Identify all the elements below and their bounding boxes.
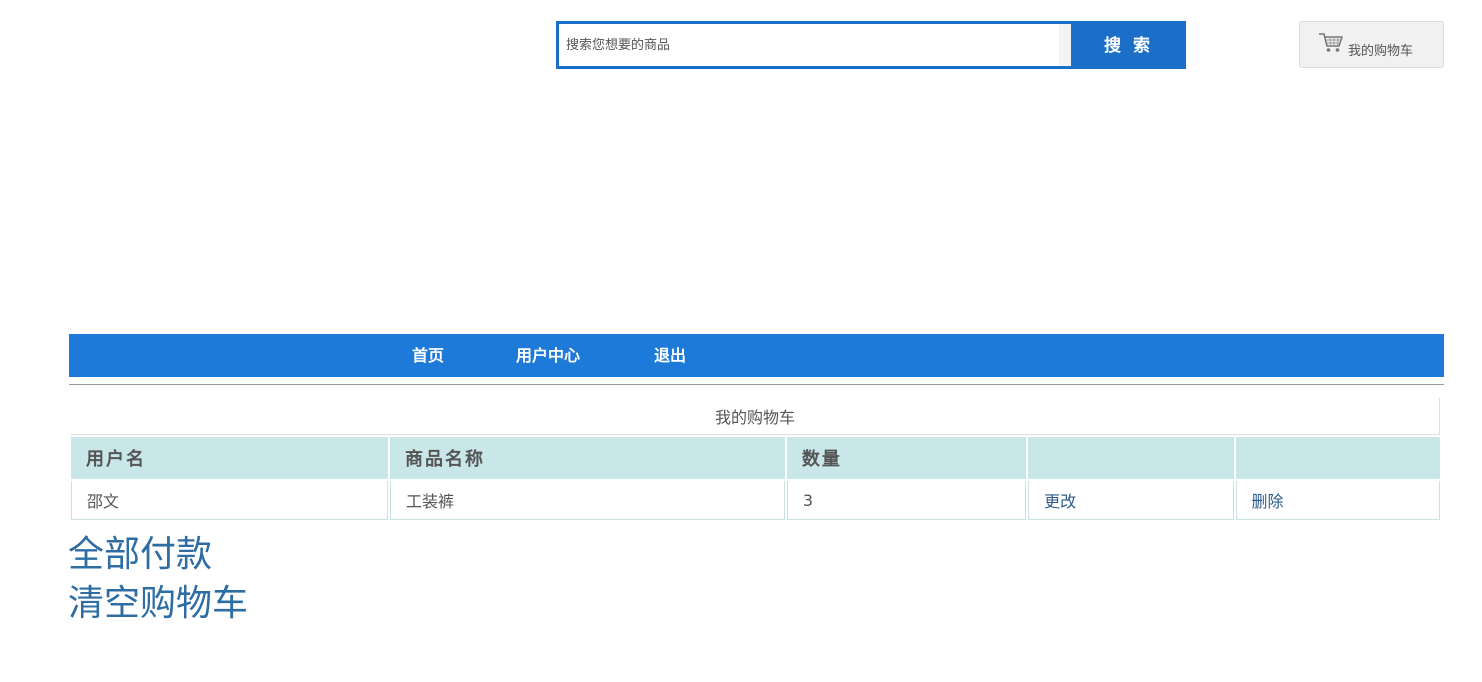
column-header-edit	[1028, 437, 1234, 479]
delete-link[interactable]: 删除	[1235, 481, 1440, 520]
cart-table: 我的购物车 用户名 商品名称 数量 邵文 工装裤 3 更改 删除	[69, 396, 1442, 522]
my-cart-button[interactable]: 我的购物车	[1299, 21, 1444, 68]
search-input[interactable]	[559, 24, 1059, 66]
clear-cart-link[interactable]: 清空购物车	[68, 580, 248, 628]
cart-table-caption: 我的购物车	[71, 398, 1440, 435]
cell-username: 邵文	[71, 481, 389, 520]
my-cart-label: 我的购物车	[1348, 44, 1414, 59]
search-button[interactable]: 搜 索	[1071, 21, 1186, 69]
cart-table-caption-row: 我的购物车	[71, 398, 1440, 435]
nav-divider	[69, 384, 1444, 385]
nav-item-logout[interactable]: 退出	[654, 334, 686, 377]
nav-item-home[interactable]: 首页	[412, 334, 444, 377]
column-header-delete	[1235, 437, 1440, 479]
search-bar: 搜 索	[556, 21, 1186, 69]
pay-all-link[interactable]: 全部付款	[68, 531, 212, 579]
column-header-username: 用户名	[71, 437, 389, 479]
cart-table-header-row: 用户名 商品名称 数量	[71, 437, 1440, 479]
table-row: 邵文 工装裤 3 更改 删除	[71, 481, 1440, 520]
page: 搜 索 我的购物车 首页 用户中心 退出 我的购物车	[0, 0, 1482, 682]
cell-quantity: 3	[786, 481, 1027, 520]
nav-item-user-center[interactable]: 用户中心	[516, 334, 580, 377]
shopping-cart-icon	[1318, 31, 1346, 55]
cell-product-name: 工装裤	[390, 481, 785, 520]
main-nav: 首页 用户中心 退出	[69, 334, 1444, 377]
column-header-quantity: 数量	[786, 437, 1027, 479]
edit-link[interactable]: 更改	[1028, 481, 1234, 520]
search-input-edge	[1059, 24, 1071, 66]
column-header-product-name: 商品名称	[390, 437, 785, 479]
